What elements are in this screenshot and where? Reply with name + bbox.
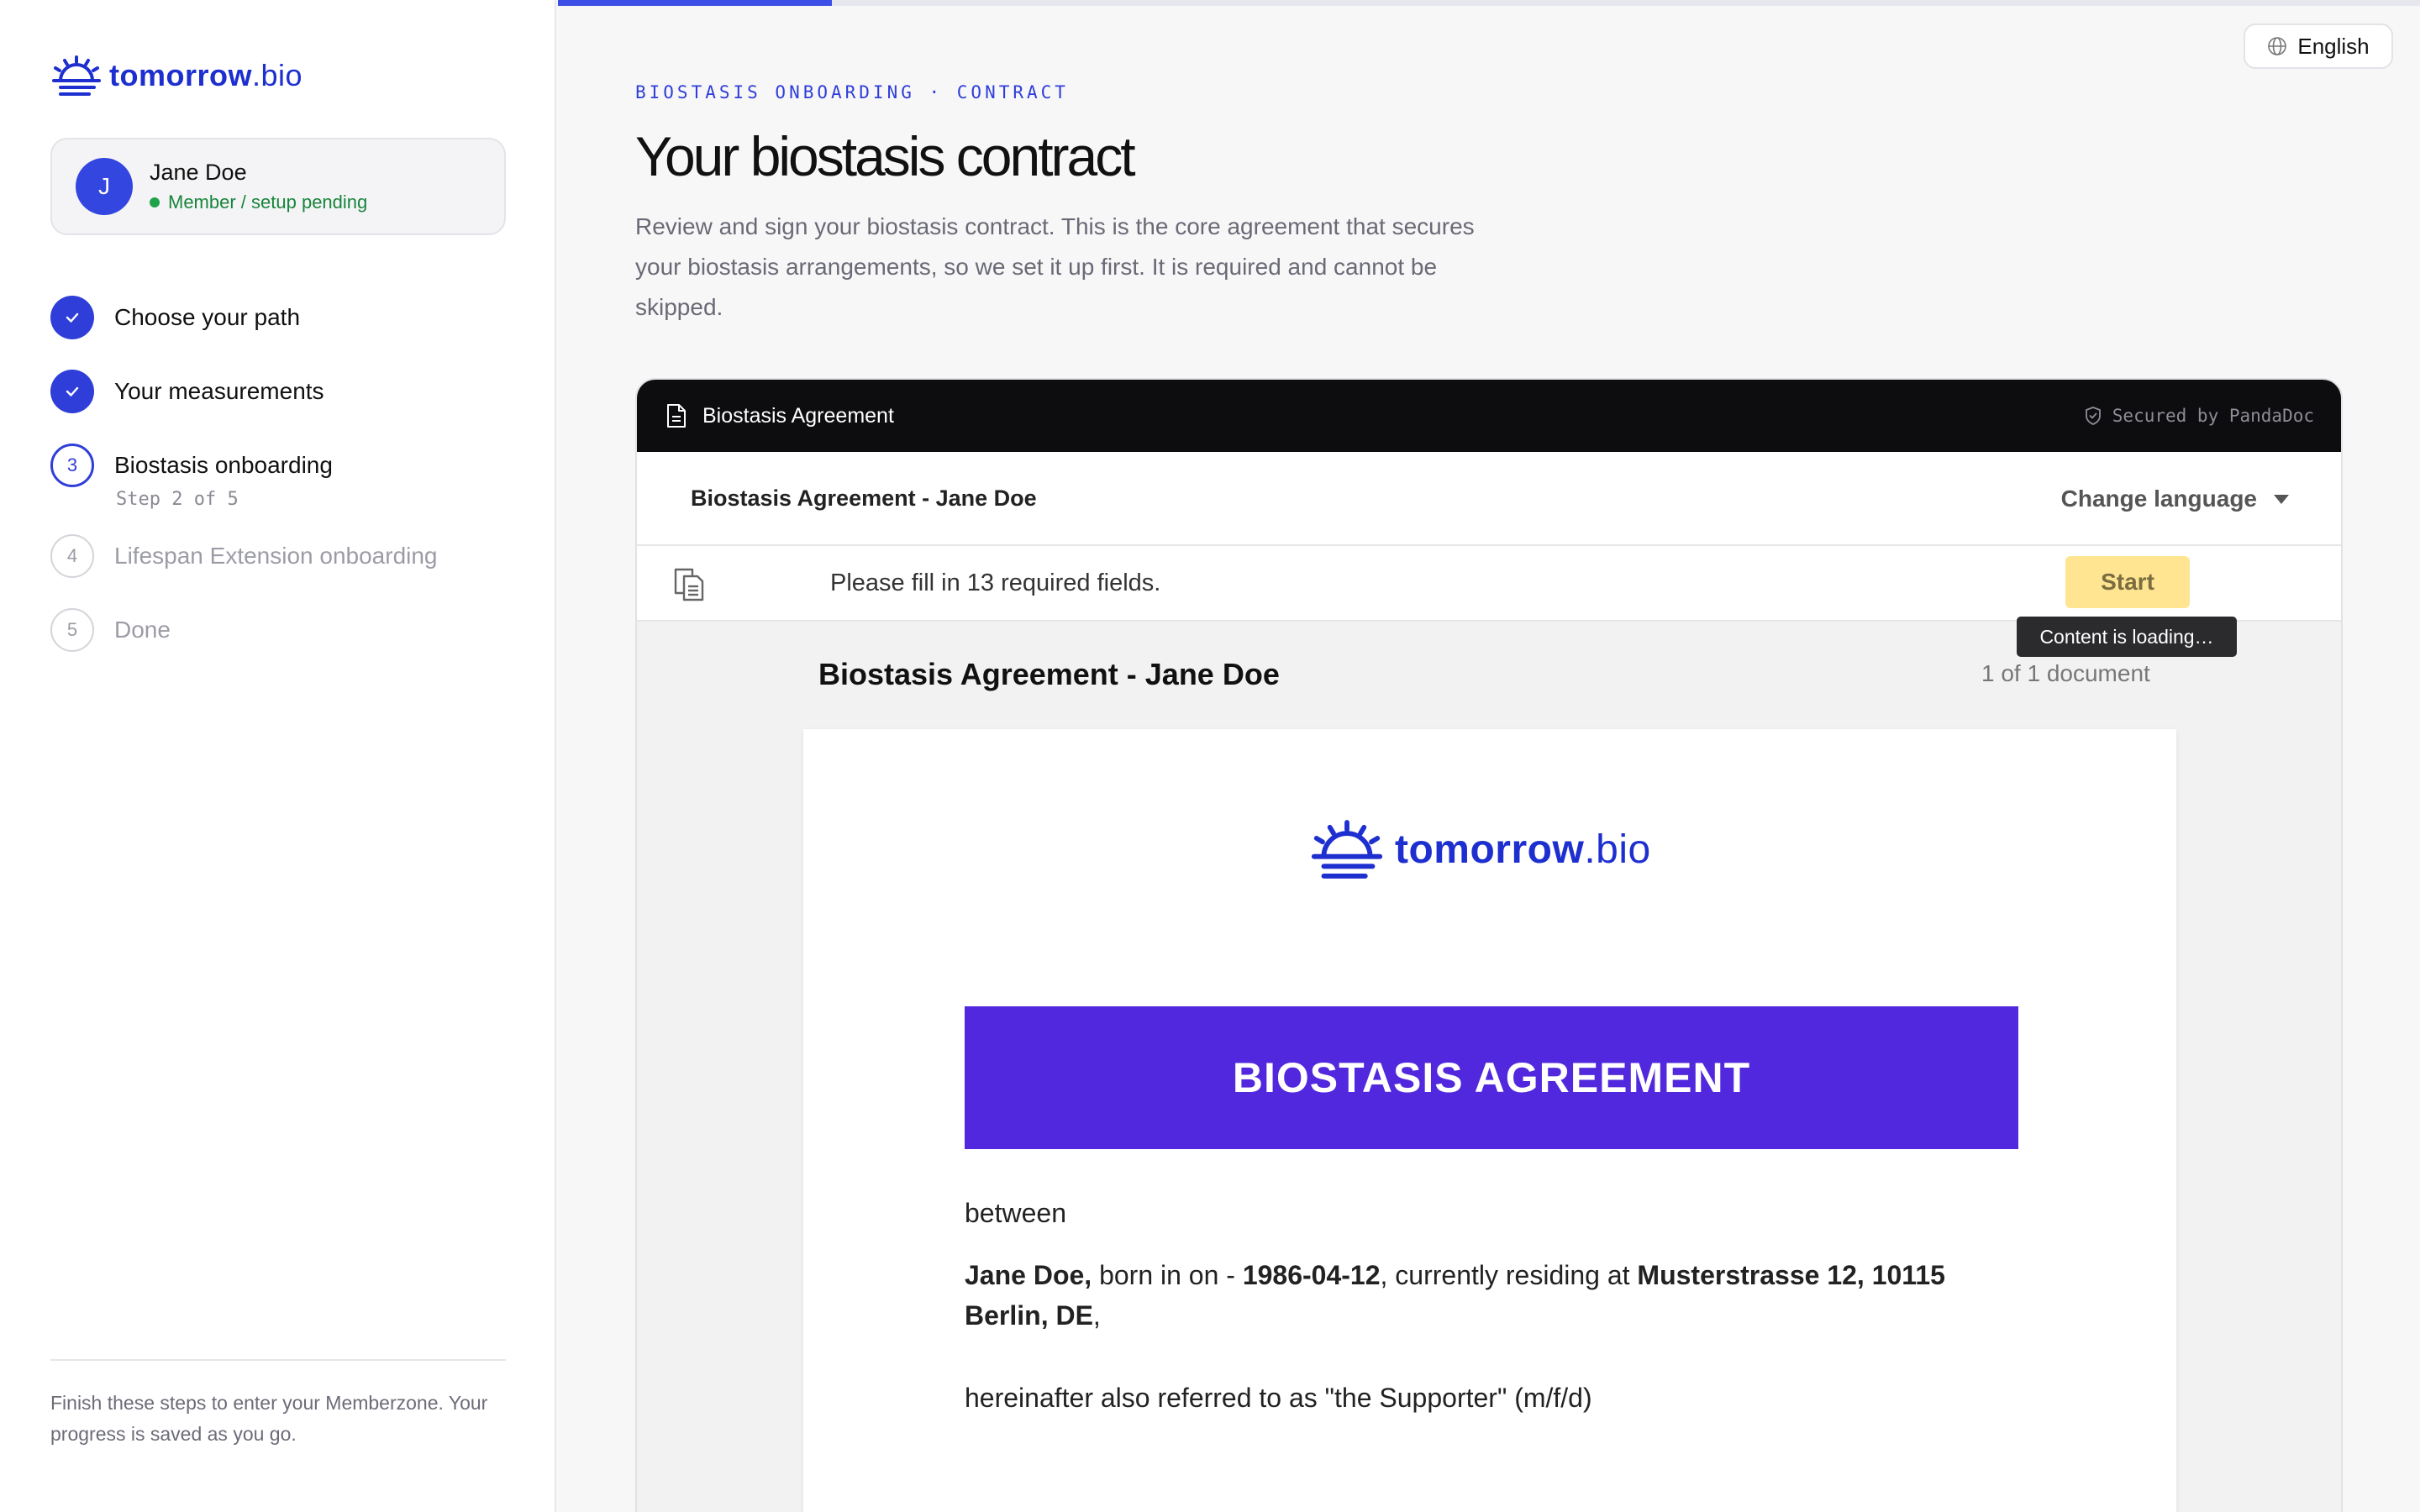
sun-logo-icon (1311, 820, 1383, 879)
step-choose-path[interactable]: Choose your path (50, 296, 300, 339)
document-viewer[interactable]: Biostasis Agreement - Jane Doe 1 of 1 do… (637, 622, 2341, 1512)
pages-icon[interactable] (672, 566, 708, 607)
document-title: Biostasis Agreement (702, 403, 894, 428)
user-name: Jane Doe (150, 160, 247, 185)
sidebar: tomorrow.bio J Jane Doe Member / setup p… (0, 0, 556, 1512)
brand-name: tomorrow.bio (1395, 827, 1651, 872)
step-label: Your measurements (114, 378, 324, 404)
document-logo: tomorrow.bio (1309, 820, 1651, 879)
step-label: Biostasis onboarding (114, 452, 333, 478)
check-icon (50, 296, 94, 339)
step-number: 3 (50, 444, 94, 487)
brand-name: tomorrow.bio (109, 58, 303, 92)
step-number: 5 (50, 608, 94, 652)
document-frame: Biostasis Agreement Secured by PandaDoc … (635, 378, 2343, 1512)
step-lifespan-extension[interactable]: 4 Lifespan Extension onboarding (50, 534, 438, 578)
contract-between: between (965, 1198, 1066, 1228)
status-dot-icon (150, 197, 160, 207)
step-substatus: Step 2 of 5 (116, 489, 239, 510)
avatar: J (76, 158, 133, 215)
user-status-text: Member / setup pending (168, 192, 368, 213)
brand-logo[interactable]: tomorrow.bio (50, 55, 302, 96)
progress-fill (558, 0, 832, 6)
user-card: J Jane Doe Member / setup pending (50, 138, 506, 235)
pandadoc-header: Biostasis Agreement - Jane Doe Change la… (637, 452, 2341, 546)
loading-tooltip: Content is loading… (2017, 617, 2237, 657)
step-label: Done (114, 617, 171, 643)
document-heading: Biostasis Agreement - Jane Doe (818, 657, 1280, 691)
required-fields-bar: Please fill in 13 required fields. Start (637, 546, 2341, 622)
document-page: tomorrow.bio BIOSTASIS AGREEMENT between… (803, 729, 2176, 1512)
language-button[interactable]: English (2244, 24, 2393, 69)
required-fields-text: Please fill in 13 required fields. (830, 570, 1161, 596)
divider (50, 1359, 506, 1361)
contract-banner: BIOSTASIS AGREEMENT (965, 1006, 2018, 1149)
step-number: 4 (50, 534, 94, 578)
contract-referred: hereinafter also referred to as "the Sup… (965, 1383, 1592, 1413)
sidebar-footer-note: Finish these steps to enter your Memberz… (50, 1392, 488, 1445)
shield-check-icon (2085, 407, 2101, 425)
step-done[interactable]: 5 Done (50, 608, 171, 652)
change-language-dropdown[interactable]: Change language (2061, 486, 2289, 512)
contract-banner-text: BIOSTASIS AGREEMENT (1232, 1054, 1751, 1101)
pandadoc-title: Biostasis Agreement - Jane Doe (691, 486, 1037, 511)
page-title: Your biostasis contract (635, 125, 1136, 187)
progress-bar (558, 0, 2420, 6)
secured-badge: Secured by PandaDoc (2084, 380, 2314, 452)
start-button[interactable]: Start (2065, 556, 2190, 608)
eyebrow: BIOSTASIS ONBOARDING · CONTRACT (635, 82, 1069, 102)
step-biostasis-onboarding[interactable]: 3 Biostasis onboarding Step 2 of 5 (50, 444, 333, 510)
document-titlebar: Biostasis Agreement Secured by PandaDoc (637, 380, 2341, 452)
caret-down-icon (2274, 494, 2289, 504)
step-label: Choose your path (114, 304, 301, 330)
document-icon (666, 403, 687, 428)
language-label: English (2297, 33, 2370, 59)
user-status: Member / setup pending (150, 192, 367, 213)
contract-party: Jane Doe, born in on - 1986-04-12, curre… (965, 1260, 1945, 1331)
step-measurements[interactable]: Your measurements (50, 370, 324, 413)
sun-logo-icon (52, 55, 101, 96)
globe-icon (2268, 37, 2287, 55)
change-language-label: Change language (2060, 486, 2257, 512)
page-description: Review and sign your biostasis contract.… (635, 213, 1475, 320)
document-count: 1 of 1 document (1981, 660, 2150, 686)
check-icon (50, 370, 94, 413)
secured-text: Secured by PandaDoc (2112, 406, 2314, 426)
step-label: Lifespan Extension onboarding (114, 543, 438, 569)
